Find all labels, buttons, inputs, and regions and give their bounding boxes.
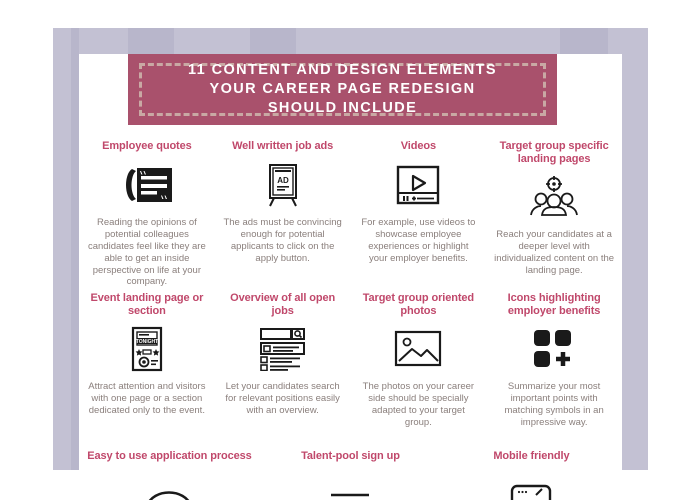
- item-heading: Videos: [400, 140, 437, 152]
- item-body: The ads must be convincing enough for po…: [223, 216, 342, 264]
- item-heading: Mobile friendly: [493, 450, 570, 462]
- frame-band-right: [622, 28, 648, 470]
- target-audience-icon: [528, 172, 580, 222]
- item-icons-employer-benefits: Icons highlighting employer benefits Sum…: [486, 292, 622, 429]
- mobile-device-icon: [504, 470, 558, 500]
- item-overview-open-jobs: Overview of all open jobs Let your candi…: [215, 292, 351, 429]
- item-body: Reach your candidates at a deeper level …: [494, 229, 615, 277]
- frame-band-top-accent-left: [128, 28, 174, 54]
- item-body: For example, use videos to showcase empl…: [361, 216, 476, 264]
- quote-card-icon: [120, 160, 174, 210]
- item-heading: Overview of all open jobs: [230, 292, 336, 317]
- item-row-1: Employee quotes Reading the opinions of …: [79, 140, 622, 288]
- item-heading: Event landing page or section: [90, 292, 204, 317]
- item-row-2: Event landing page or section TONIGHT At…: [79, 292, 622, 429]
- item-heading: Talent-pool sign up: [301, 450, 400, 462]
- item-mobile-friendly: Mobile friendly: [441, 450, 622, 500]
- item-body: Reading the opinions of potential collea…: [87, 216, 206, 288]
- item-heading: Easy to use application process: [87, 450, 252, 462]
- signup-line-icon: [325, 470, 375, 500]
- event-poster-icon: TONIGHT: [129, 324, 165, 374]
- item-heading: Target group oriented photos: [362, 292, 475, 317]
- icon-grid-plus-icon: [531, 324, 577, 374]
- item-heading: Well written job ads: [232, 140, 334, 152]
- ad-easel-icon: AD: [266, 160, 300, 210]
- item-target-group-photos: Target group oriented photos The photos …: [351, 292, 487, 429]
- frame-band-left-accent: [71, 28, 79, 470]
- item-body: Let your candidates search for relevant …: [225, 381, 340, 417]
- item-event-landing-page: Event landing page or section TONIGHT At…: [79, 292, 215, 429]
- frame-band-top-accent-right: [560, 28, 608, 54]
- item-videos: Videos For example, use videos to showca…: [351, 140, 487, 288]
- photo-landscape-icon: [393, 324, 443, 374]
- svg-text:TONIGHT: TONIGHT: [136, 339, 158, 345]
- page-title: 11 CONTENT AND DESIGN ELEMENTS YOUR CARE…: [188, 61, 497, 117]
- item-employee-quotes: Employee quotes Reading the opinions of …: [79, 140, 215, 288]
- item-body: Summarize your most important points wit…: [504, 381, 604, 429]
- upload-arc-icon: [139, 470, 199, 500]
- item-row-3: Easy to use application process Talent-p…: [79, 450, 622, 500]
- item-heading: Target group specific landing pages: [499, 140, 609, 165]
- item-easy-application-process: Easy to use application process: [79, 450, 260, 500]
- video-player-icon: [395, 160, 441, 210]
- item-talent-pool-signup: Talent-pool sign up: [260, 450, 441, 500]
- title-banner: 11 CONTENT AND DESIGN ELEMENTS YOUR CARE…: [128, 54, 557, 125]
- infographic-canvas: 11 CONTENT AND DESIGN ELEMENTS YOUR CARE…: [79, 54, 622, 500]
- item-well-written-job-ads: Well written job ads AD The ads must be …: [215, 140, 351, 288]
- job-search-list-icon: [258, 324, 308, 374]
- item-body: Attract attention and visitors with one …: [88, 381, 206, 417]
- svg-text:AD: AD: [277, 176, 289, 185]
- frame-band-top-accent-mid: [250, 28, 296, 54]
- item-target-group-landing-pages: Target group specific landing pages Reac…: [486, 140, 622, 288]
- item-heading: Employee quotes: [102, 140, 192, 152]
- item-body: The photos on your career side should be…: [362, 381, 475, 429]
- item-heading: Icons highlighting employer benefits: [507, 292, 601, 317]
